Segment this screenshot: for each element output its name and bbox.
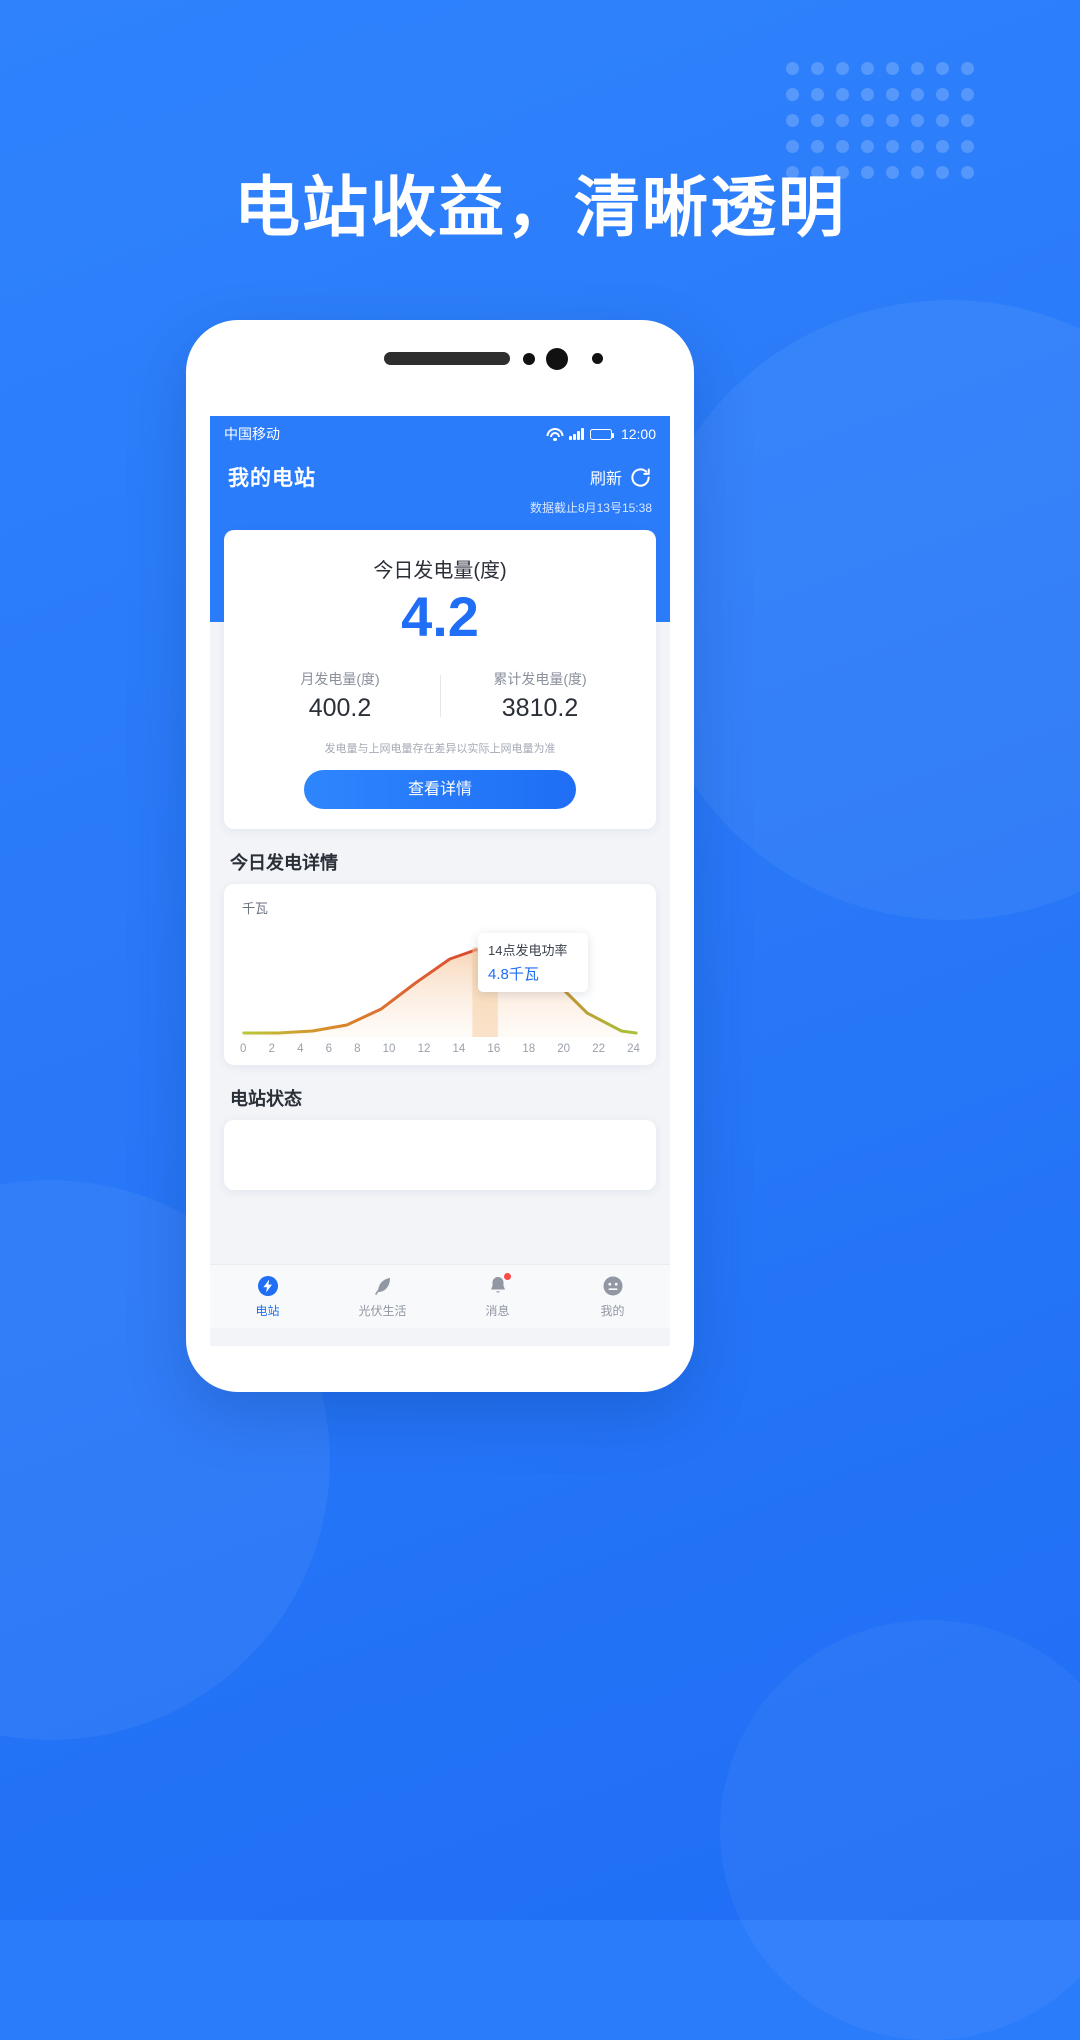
bell-icon	[486, 1273, 511, 1298]
phone-top-bezel	[186, 320, 694, 410]
generation-disclaimer: 发电量与上网电量存在差异以实际上网电量为准	[324, 743, 556, 756]
phone-camera-icon	[546, 348, 568, 370]
decor-circle-bottom	[720, 1620, 1080, 2040]
x-tick: 8	[354, 1043, 361, 1056]
promo-headline: 电站收益，清晰透明	[234, 170, 846, 244]
status-section-title: 电站状态	[230, 1089, 302, 1110]
status-bar-icons: 12:00	[546, 426, 656, 442]
today-generation-value: 4.2	[401, 585, 479, 648]
tab-label-messages: 消息	[485, 1304, 510, 1318]
wifi-icon	[546, 427, 564, 441]
generation-chart-card[interactable]: 千瓦 14点发电功率 4.8千瓦 0 2 4 6 8 10 12 14 16 1…	[224, 884, 656, 1066]
tab-pv-life[interactable]: 光伏生活	[325, 1265, 440, 1328]
data-timestamp: 数据截止8月13号15:38	[529, 501, 652, 515]
tab-profile[interactable]: 我的	[555, 1265, 670, 1328]
refresh-button[interactable]: 刷新	[590, 465, 652, 489]
x-tick: 10	[382, 1043, 396, 1056]
x-tick: 4	[297, 1043, 304, 1056]
x-tick: 0	[240, 1043, 247, 1056]
x-tick: 14	[452, 1043, 466, 1056]
chart-x-axis: 0 2 4 6 8 10 12 14 16 18 20 22 24	[234, 1037, 646, 1055]
stat-total-label: 累计发电量(度)	[493, 671, 587, 688]
stat-month-value: 400.2	[308, 694, 372, 723]
refresh-icon[interactable]	[629, 466, 652, 489]
station-status-card[interactable]	[224, 1120, 656, 1191]
page-title: 我的电站	[228, 467, 316, 490]
app-screen: 中国移动 12:00 我的电站 刷新 数据截止8月13号15:38 今日发电量(…	[210, 416, 670, 1346]
x-tick: 6	[325, 1043, 332, 1056]
phone-sensor-icon	[523, 353, 535, 365]
stat-total-value: 3810.2	[501, 694, 579, 723]
stats-row: 月发电量(度) 400.2 累计发电量(度) 3810.2	[240, 669, 640, 723]
tab-label-power-station: 电站	[255, 1304, 280, 1318]
chart-tooltip: 14点发电功率 4.8千瓦	[478, 933, 588, 993]
leaf-icon	[371, 1274, 395, 1298]
chart-plot-area[interactable]: 14点发电功率 4.8千瓦	[234, 921, 646, 1038]
today-generation-label: 今日发电量(度)	[373, 560, 507, 582]
x-tick: 20	[557, 1043, 571, 1056]
tab-label-profile: 我的	[600, 1304, 625, 1318]
decor-dot-grid	[780, 55, 980, 185]
x-tick: 22	[592, 1043, 605, 1056]
phone-sensor-secondary-icon	[592, 353, 603, 364]
message-badge	[503, 1273, 511, 1280]
app-content: 今日发电量(度) 4.2 月发电量(度) 400.2 累计发电量(度) 3810…	[210, 530, 670, 1328]
app-header: 我的电站 刷新 数据截止8月13号15:38	[210, 452, 670, 530]
chart-tooltip-value: 4.8千瓦	[488, 966, 539, 984]
chart-section-title: 今日发电详情	[230, 853, 338, 874]
battery-full-icon	[589, 428, 614, 440]
view-detail-button[interactable]: 查看详情	[304, 770, 576, 810]
signal-bars-icon	[569, 428, 584, 440]
clock-label: 12:00	[620, 426, 656, 442]
phone-mockup: 中国移动 12:00 我的电站 刷新 数据截止8月13号15:38 今日发电量(…	[186, 320, 694, 1392]
refresh-label: 刷新	[589, 471, 622, 488]
tab-power-station[interactable]: 电站	[210, 1265, 325, 1328]
tab-label-pv-life: 光伏生活	[358, 1304, 407, 1318]
x-tick: 2	[268, 1043, 275, 1056]
status-bar: 中国移动 12:00	[210, 416, 670, 452]
phone-speaker	[384, 352, 510, 365]
x-tick: 18	[522, 1043, 536, 1056]
generation-summary-card: 今日发电量(度) 4.2 月发电量(度) 400.2 累计发电量(度) 3810…	[224, 530, 656, 830]
chart-tooltip-title: 14点发电功率	[488, 943, 568, 959]
carrier-label: 中国移动	[224, 426, 280, 442]
user-icon	[601, 1274, 625, 1298]
bottom-tab-bar: 电站 光伏生活 消息 我的	[210, 1264, 670, 1328]
x-tick: 16	[487, 1043, 501, 1056]
tab-messages[interactable]: 消息	[440, 1265, 555, 1328]
power-station-icon	[256, 1274, 280, 1298]
stat-month-label: 月发电量(度)	[300, 671, 380, 688]
stat-total: 累计发电量(度) 3810.2	[440, 669, 640, 723]
x-tick: 24	[627, 1043, 640, 1056]
stat-month: 月发电量(度) 400.2	[240, 669, 440, 723]
header-row: 我的电站 刷新	[228, 462, 652, 492]
decor-circle-right	[640, 300, 1080, 920]
chart-unit-label: 千瓦	[242, 901, 269, 917]
x-tick: 12	[417, 1043, 431, 1056]
